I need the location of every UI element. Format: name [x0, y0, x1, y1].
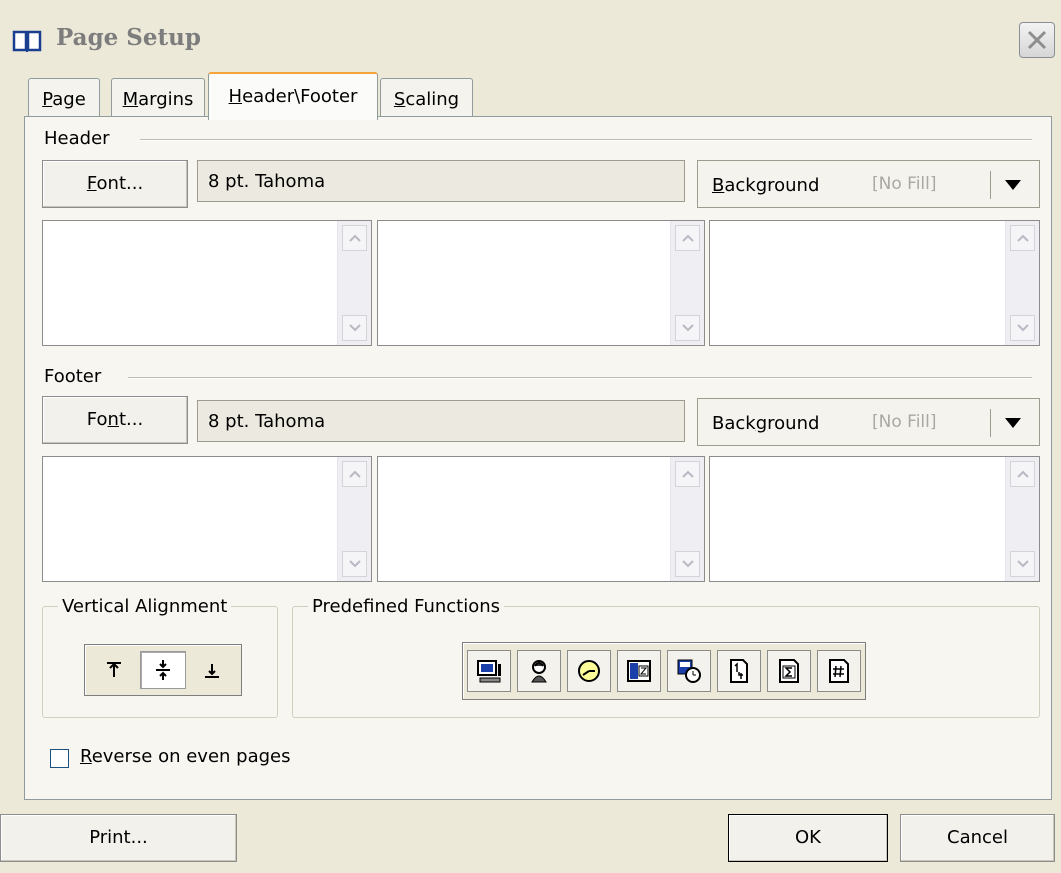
scroll-up-icon[interactable]	[342, 225, 367, 251]
footer-group-label: Footer	[40, 366, 106, 387]
ok-button[interactable]: OK	[728, 814, 888, 862]
footer-font-display: 8 pt. Tahoma	[197, 400, 685, 442]
scroll-up-icon[interactable]	[1010, 461, 1035, 487]
print-button[interactable]: Print...	[0, 814, 237, 862]
footer-separator	[128, 377, 1032, 379]
time-icon[interactable]	[567, 650, 611, 692]
footer-font-button[interactable]: Font...	[42, 396, 188, 444]
scroll-down-icon[interactable]	[1010, 315, 1035, 341]
header-center-textarea[interactable]	[377, 220, 705, 346]
book-icon	[12, 30, 42, 52]
tab-header-footer[interactable]: Header\Footer	[208, 72, 378, 120]
header-left-textarea[interactable]	[42, 220, 372, 346]
footer-background-value: [No Fill]	[872, 412, 937, 432]
footer-background-dropdown-icon	[1005, 418, 1021, 428]
tab-margins[interactable]: Margins	[111, 78, 205, 118]
scroll-up-icon[interactable]	[1010, 225, 1035, 251]
scroll-up-icon[interactable]	[342, 461, 367, 487]
footer-background-combo[interactable]: Background [No Fill]	[697, 398, 1040, 446]
footer-right-textarea[interactable]	[709, 456, 1040, 582]
reverse-even-pages-label[interactable]: Reverse on even pages	[80, 746, 291, 767]
top-align-icon[interactable]	[91, 651, 136, 689]
page-number-icon[interactable]	[717, 650, 761, 692]
tab-page[interactable]: Page	[28, 78, 100, 118]
title-bar: Page Setup	[0, 0, 1061, 80]
scroll-up-icon[interactable]	[675, 225, 700, 251]
tab-scaling[interactable]: Scaling	[380, 78, 473, 118]
reverse-even-pages-checkbox[interactable]	[50, 749, 69, 768]
header-font-display: 8 pt. Tahoma	[197, 160, 685, 202]
user-name-icon[interactable]	[517, 650, 561, 692]
date-time-icon[interactable]	[667, 650, 711, 692]
predefined-functions-label: Predefined Functions	[308, 596, 505, 617]
vertical-alignment-buttons	[84, 644, 242, 696]
scroll-down-icon[interactable]	[675, 551, 700, 577]
header-font-button[interactable]: Font...	[42, 160, 188, 208]
page-count-icon[interactable]	[817, 650, 861, 692]
footer-left-textarea[interactable]	[42, 456, 372, 582]
footer-background-label: Background	[712, 413, 820, 434]
center-align-icon[interactable]	[140, 651, 186, 689]
predefined-functions-toolbar	[462, 642, 866, 700]
scroll-down-icon[interactable]	[675, 315, 700, 341]
close-button[interactable]	[1019, 22, 1055, 58]
window-title: Page Setup	[56, 24, 201, 51]
scroll-up-icon[interactable]	[675, 461, 700, 487]
header-background-label: Background	[712, 175, 820, 196]
scroll-down-icon[interactable]	[342, 551, 367, 577]
header-right-textarea[interactable]	[709, 220, 1040, 346]
header-group-label: Header	[40, 128, 114, 149]
cancel-button[interactable]: Cancel	[900, 814, 1055, 862]
footer-center-textarea[interactable]	[377, 456, 705, 582]
bottom-align-icon[interactable]	[190, 651, 235, 689]
scroll-down-icon[interactable]	[342, 315, 367, 341]
computer-name-icon[interactable]	[467, 650, 511, 692]
header-background-dropdown-icon	[1005, 180, 1021, 190]
vertical-alignment-label: Vertical Alignment	[58, 596, 232, 617]
tab-page-label: age	[52, 89, 86, 110]
scroll-down-icon[interactable]	[1010, 551, 1035, 577]
total-pages-icon[interactable]	[767, 650, 811, 692]
header-separator	[140, 139, 1032, 141]
page-setup-dialog: Page Setup Page Margins Header\Footer Sc…	[0, 0, 1061, 873]
header-background-combo[interactable]: Background [No Fill]	[697, 160, 1040, 208]
date-icon[interactable]	[617, 650, 661, 692]
header-background-value: [No Fill]	[872, 174, 937, 194]
close-icon	[1027, 30, 1047, 50]
